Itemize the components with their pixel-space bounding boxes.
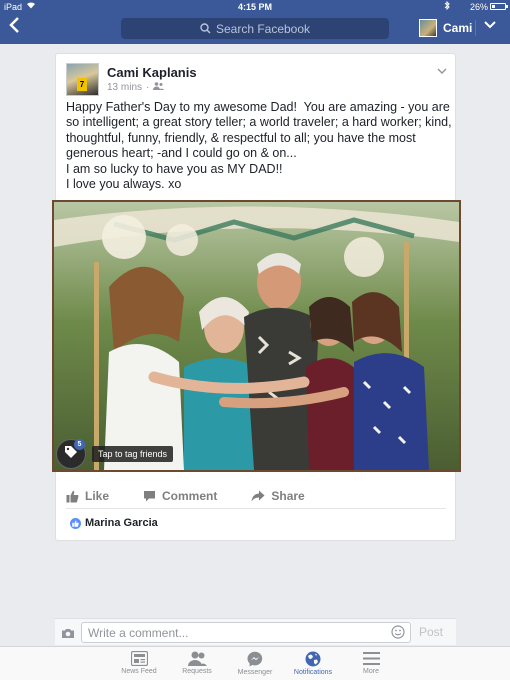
share-button[interactable]: Share bbox=[251, 489, 305, 503]
comment-label: Comment bbox=[162, 489, 218, 503]
author-avatar[interactable]: 7 bbox=[66, 63, 99, 96]
profile-name: Cami bbox=[443, 21, 473, 35]
tab-news-feed[interactable]: News Feed bbox=[110, 647, 168, 680]
thumbs-up-icon bbox=[66, 490, 79, 503]
profile-shortcut[interactable]: Cami bbox=[419, 17, 472, 39]
tab-notifications[interactable]: Notifications bbox=[284, 647, 342, 680]
post-meta: 13 mins · bbox=[107, 82, 165, 93]
tab-bar: News Feed Requests Messenger Notificatio… bbox=[0, 646, 510, 680]
messenger-icon bbox=[247, 651, 263, 669]
tab-label: Notifications bbox=[293, 669, 333, 676]
jersey-badge-icon: 7 bbox=[77, 78, 87, 91]
post-options-chevron-icon[interactable] bbox=[437, 66, 447, 77]
friends-icon bbox=[153, 82, 165, 93]
post-message: Happy Father's Day to my awesome Dad! Yo… bbox=[66, 100, 452, 192]
like-summary[interactable]: Marina Garcia bbox=[70, 517, 158, 529]
tab-requests[interactable]: Requests bbox=[168, 647, 226, 680]
divider bbox=[66, 508, 446, 509]
comment-button[interactable]: Comment bbox=[143, 489, 217, 503]
tab-label: News Feed bbox=[121, 668, 157, 675]
globe-icon bbox=[305, 651, 321, 669]
comment-input[interactable] bbox=[81, 622, 411, 643]
menu-icon bbox=[362, 651, 380, 668]
avatar bbox=[419, 19, 437, 37]
search-bar[interactable]: Search Facebook bbox=[121, 18, 389, 39]
post-photo[interactable] bbox=[52, 200, 461, 472]
share-label: Share bbox=[271, 489, 305, 503]
post-timestamp[interactable]: 13 mins bbox=[107, 82, 142, 93]
post-card: 7 Cami Kaplanis 13 mins · Happy Father's… bbox=[52, 53, 461, 541]
post-actions: Like Comment Share bbox=[66, 482, 446, 510]
post-comment-button[interactable]: Post bbox=[419, 625, 443, 639]
tab-label: More bbox=[363, 668, 379, 675]
emoji-icon[interactable] bbox=[391, 625, 405, 644]
tab-more[interactable]: More bbox=[342, 647, 400, 680]
like-button[interactable]: Like bbox=[66, 489, 109, 503]
tab-label: Messenger bbox=[237, 669, 273, 676]
top-bar: iPad 4:15 PM 26% Search Facebook Cami bbox=[0, 0, 510, 44]
like-reaction-icon bbox=[70, 517, 81, 529]
battery-icon bbox=[490, 3, 508, 10]
dot-separator: · bbox=[146, 82, 150, 93]
search-icon bbox=[200, 23, 211, 34]
liked-by-name: Marina Garcia bbox=[85, 517, 158, 529]
comment-icon bbox=[143, 490, 156, 502]
back-button[interactable] bbox=[8, 16, 28, 40]
search-placeholder: Search Facebook bbox=[215, 21, 311, 36]
tag-count-badge: 5 bbox=[74, 439, 85, 450]
comment-bar: Post bbox=[55, 618, 456, 645]
status-bar: iPad 4:15 PM 26% bbox=[0, 0, 510, 14]
camera-icon[interactable] bbox=[61, 626, 75, 644]
friend-requests-icon bbox=[187, 651, 207, 668]
post-author[interactable]: Cami Kaplanis bbox=[107, 65, 197, 80]
news-feed-icon bbox=[130, 651, 148, 668]
tab-label: Requests bbox=[182, 668, 212, 675]
clock: 4:15 PM bbox=[237, 2, 272, 12]
tab-messenger[interactable]: Messenger bbox=[226, 647, 284, 680]
bluetooth-icon bbox=[444, 0, 450, 12]
post-message-text: Happy Father's Day to my awesome Dad! Yo… bbox=[66, 100, 452, 192]
battery-percent: 26% bbox=[469, 2, 488, 12]
chevron-down-icon[interactable] bbox=[484, 18, 496, 32]
like-label: Like bbox=[85, 489, 110, 503]
nav-divider bbox=[475, 20, 476, 36]
share-arrow-icon bbox=[251, 490, 265, 502]
tag-tooltip: Tap to tag friends bbox=[92, 446, 174, 462]
